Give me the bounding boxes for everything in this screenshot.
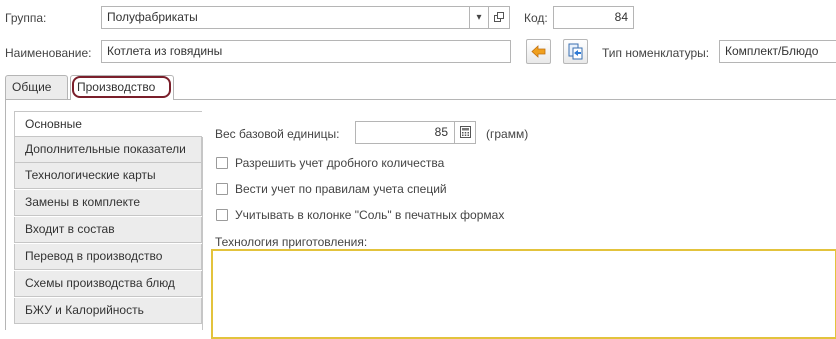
- tech-label: Технология приготовления:: [215, 235, 368, 249]
- checkbox-fractional-quantity[interactable]: [216, 157, 228, 169]
- checkbox-salt-column[interactable]: [216, 209, 228, 221]
- tab-general[interactable]: Общие: [5, 75, 68, 99]
- tech-textarea[interactable]: [211, 249, 836, 339]
- weight-label: Вес базовой единицы:: [215, 127, 340, 141]
- checkbox-spices-accounting-label: Вести учет по правилам учета специй: [235, 182, 447, 196]
- sidebar-item-tech-cards[interactable]: Технологические карты: [14, 163, 202, 189]
- name-field[interactable]: Котлета из говядины: [101, 40, 511, 63]
- type-field[interactable]: Комплект/Блюдо: [719, 40, 836, 63]
- transfer-document-icon: [568, 43, 583, 60]
- group-open-button[interactable]: [489, 6, 510, 29]
- type-label: Тип номенклатуры:: [602, 46, 710, 60]
- sidebar-item-dish-production-schemes[interactable]: Схемы производства блюд: [14, 271, 202, 297]
- sidebar-right-border: [202, 137, 203, 330]
- back-arrow-button[interactable]: [526, 39, 551, 64]
- group-label: Группа:: [5, 11, 47, 25]
- transfer-button[interactable]: [563, 39, 588, 64]
- dropdown-arrow-icon: ▾: [476, 12, 482, 23]
- checkbox-salt-column-label: Учитывать в колонке "Соль" в печатных фо…: [235, 208, 505, 222]
- name-label: Наименование:: [5, 46, 92, 60]
- sidebar-item-additional-indicators[interactable]: Дополнительные показатели: [14, 137, 202, 163]
- sidebar-item-included-in[interactable]: Входит в состав: [14, 217, 202, 243]
- calculator-icon: [459, 126, 471, 138]
- group-dropdown-button[interactable]: ▾: [470, 6, 489, 29]
- code-field[interactable]: 84: [553, 6, 634, 29]
- weight-field[interactable]: 85: [355, 121, 455, 144]
- open-form-icon: [493, 12, 504, 22]
- sidebar-item-production-transfer[interactable]: Перевод в производство: [14, 244, 202, 270]
- checkbox-spices-accounting[interactable]: [216, 183, 228, 195]
- content-panel-left-border: [5, 100, 6, 330]
- weight-calculator-button[interactable]: [455, 121, 476, 144]
- sidebar-item-nutrition-calories[interactable]: БЖУ и Калорийность: [14, 298, 202, 324]
- sidebar-item-main[interactable]: Основные: [14, 111, 202, 137]
- tab-highlight-outline: [72, 76, 171, 98]
- orange-arrow-left-icon: [531, 45, 546, 58]
- sidebar-item-set-replacements[interactable]: Замены в комплекте: [14, 190, 202, 216]
- group-field[interactable]: Полуфабрикаты: [101, 6, 470, 29]
- checkbox-fractional-quantity-label: Разрешить учет дробного количества: [235, 156, 445, 170]
- weight-unit-label: (грамм): [486, 127, 529, 141]
- code-label: Код:: [524, 11, 548, 25]
